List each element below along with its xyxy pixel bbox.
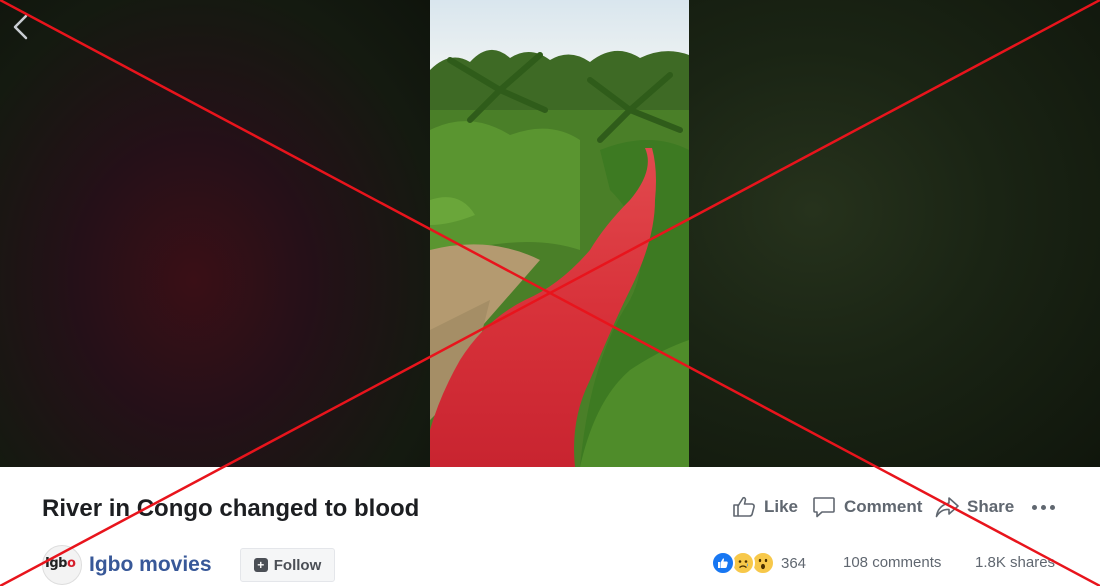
comments-count-link[interactable]: 108 comments — [843, 554, 941, 571]
share-arrow-icon — [935, 496, 959, 518]
thumbs-up-icon — [732, 496, 756, 518]
river-scene — [430, 0, 689, 467]
comment-label: Comment — [844, 497, 923, 516]
share-button[interactable]: Share — [935, 493, 1014, 521]
video-blur-right — [689, 0, 1100, 467]
more-options-ellipsis-icon[interactable] — [1032, 502, 1055, 512]
like-label: Like — [764, 497, 799, 516]
reaction-count: 364 — [781, 554, 807, 572]
share-label: Share — [967, 497, 1015, 516]
back-chevron-icon[interactable] — [10, 12, 32, 42]
like-button[interactable]: Like — [732, 493, 798, 521]
video-frame — [430, 0, 689, 467]
video-blur-left — [0, 0, 430, 467]
action-bar: Like Comment Share — [0, 493, 1100, 523]
speech-bubble-icon — [812, 495, 836, 519]
post-info-bar: River in Congo changed to blood Like Com… — [0, 467, 1100, 586]
video-player[interactable] — [0, 0, 1100, 467]
shares-count-link[interactable]: 1.8K shares — [975, 554, 1055, 571]
reactions-summary[interactable]: 364 — [711, 551, 806, 575]
like-reaction-icon — [711, 551, 735, 575]
comment-button[interactable]: Comment — [812, 493, 922, 521]
engagement-stats: 364 108 comments 1.8K shares — [0, 551, 1100, 579]
